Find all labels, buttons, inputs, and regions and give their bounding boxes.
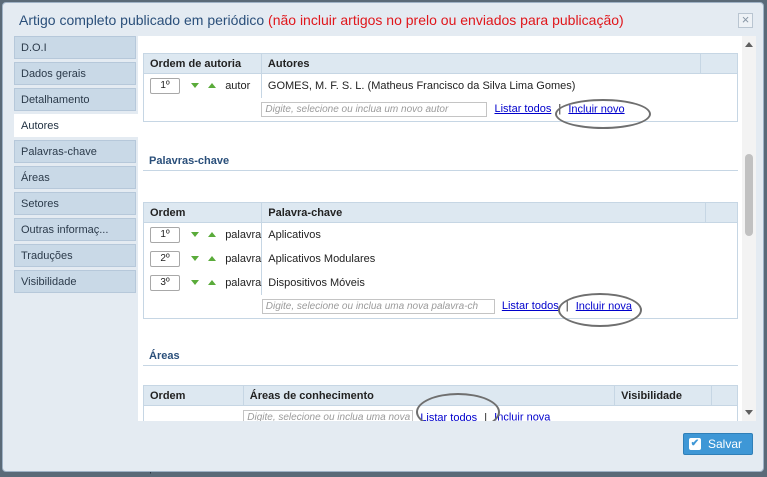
table-row: 1º autor GOMES, M. F. S. L. (Matheus Fra… [143,73,738,98]
table-row: 3º palavra Dispositivos Móveis [142,270,738,295]
close-icon[interactable]: × [738,13,753,28]
areas-header-knowledge: Áreas de conhecimento [242,385,616,406]
areas-add-row: Digite, selecione ou inclua uma nova áre… [143,405,739,422]
move-down-icon[interactable] [191,232,200,238]
keywords-header-order: Ordem [142,202,263,223]
content-panel: Ordem de autoria Autores 1º autor GOMES,… [138,36,742,421]
sidebar-item-visibilidade[interactable]: Visibilidade [14,270,136,293]
move-down-icon[interactable] [191,83,200,89]
sidebar-item-detalhamento[interactable]: Detalhamento [14,88,136,111]
include-new-author-link[interactable]: Incluir novo [568,103,624,115]
section-divider [143,170,738,171]
keywords-add-row: Digite, selecione ou inclua uma nova pal… [142,294,738,319]
keyword-value: Aplicativos [268,228,321,241]
sidebar: D.O.I Dados gerais Detalhamento Autores … [14,36,138,296]
scroll-up-icon[interactable] [745,42,753,47]
authors-header-order: Ordem de autoria [143,53,262,74]
include-new-area-link[interactable]: Incluir nova [494,412,550,422]
author-type: autor [225,79,251,92]
dialog-title-text: Artigo completo publicado em periódico [19,12,265,28]
order-input[interactable]: 3º [150,274,180,291]
sidebar-item-dados-gerais[interactable]: Dados gerais [14,62,136,85]
scroll-down-icon[interactable] [745,410,753,415]
save-button[interactable]: ✔ Salvar [683,433,753,455]
include-new-keyword-link[interactable]: Incluir nova [576,300,632,312]
section-divider [143,365,738,366]
area-search-input[interactable]: Digite, selecione ou inclua uma nova áre… [243,410,414,421]
authors-add-row: Digite, selecione ou inclua um novo auto… [143,97,739,122]
sidebar-item-outras-informacoes[interactable]: Outras informaç... [14,218,136,241]
keywords-header-keyword: Palavra-chave [261,202,707,223]
vertical-scrollbar[interactable] [742,36,756,421]
scroll-thumb[interactable] [745,154,753,236]
move-up-icon[interactable] [208,83,217,89]
move-up-icon[interactable] [208,232,217,238]
order-input[interactable]: 2º [150,250,180,267]
authors-table: Ordem de autoria Autores 1º autor GOMES,… [143,53,739,122]
keyword-search-input[interactable]: Digite, selecione ou inclua uma nova pal… [261,298,495,314]
areas-header-visibility: Visibilidade [614,385,712,406]
keywords-header-extra [705,202,738,223]
areas-section-title: Áreas [149,350,180,362]
keywords-table: Ordem Palavra-chave 1º palavra Aplicativ… [142,202,738,319]
areas-table: Ordem Áreas de conhecimento Visibilidade… [143,385,739,422]
list-all-authors-link[interactable]: Listar todos [494,103,551,115]
table-row: 1º palavra Aplicativos [142,222,738,247]
sidebar-item-setores[interactable]: Setores [14,192,136,215]
save-label: Salvar [708,437,743,451]
list-all-keywords-link[interactable]: Listar todos [502,300,559,312]
sidebar-item-traducoes[interactable]: Traduções [14,244,136,267]
dialog-title-bar: Artigo completo publicado em periódico (… [3,3,763,36]
author-name: GOMES, M. F. S. L. (Matheus Francisco da… [267,79,576,92]
keyword-type: palavra [225,276,262,289]
areas-header-extra [711,385,738,406]
keyword-type: palavra [225,228,262,241]
dialog-title: Artigo completo publicado em periódico (… [19,12,624,28]
check-icon: ✔ [689,438,701,450]
dialog: Artigo completo publicado em periódico (… [2,2,764,472]
author-search-input[interactable]: Digite, selecione ou inclua um novo auto… [261,101,488,117]
sidebar-item-doi[interactable]: D.O.I [14,36,136,59]
author-order-cell: 1º autor [143,73,262,98]
dialog-title-warning: (não incluir artigos no prelo ou enviado… [268,12,624,28]
table-row: 2º palavra Aplicativos Modulares [142,246,738,271]
keyword-value: Aplicativos Modulares [268,252,376,265]
order-input[interactable]: 1º [150,77,180,94]
sidebar-item-areas[interactable]: Áreas [14,166,136,189]
sidebar-item-palavras-chave[interactable]: Palavras-chave [14,140,136,163]
move-up-icon[interactable] [208,280,217,285]
move-up-icon[interactable] [208,256,217,261]
keywords-section-title: Palavras-chave [149,155,230,167]
authors-header-extra [700,53,738,74]
areas-header-order: Ordem [143,385,244,406]
move-down-icon[interactable] [191,280,200,285]
sidebar-item-autores[interactable]: Autores [14,114,138,137]
keyword-value: Dispositivos Móveis [268,276,365,289]
list-all-areas-link[interactable]: Listar todos [420,412,477,422]
authors-header-names: Autores [260,53,702,74]
order-input[interactable]: 1º [150,226,180,243]
move-down-icon[interactable] [191,256,200,261]
keyword-type: palavra [225,252,262,265]
